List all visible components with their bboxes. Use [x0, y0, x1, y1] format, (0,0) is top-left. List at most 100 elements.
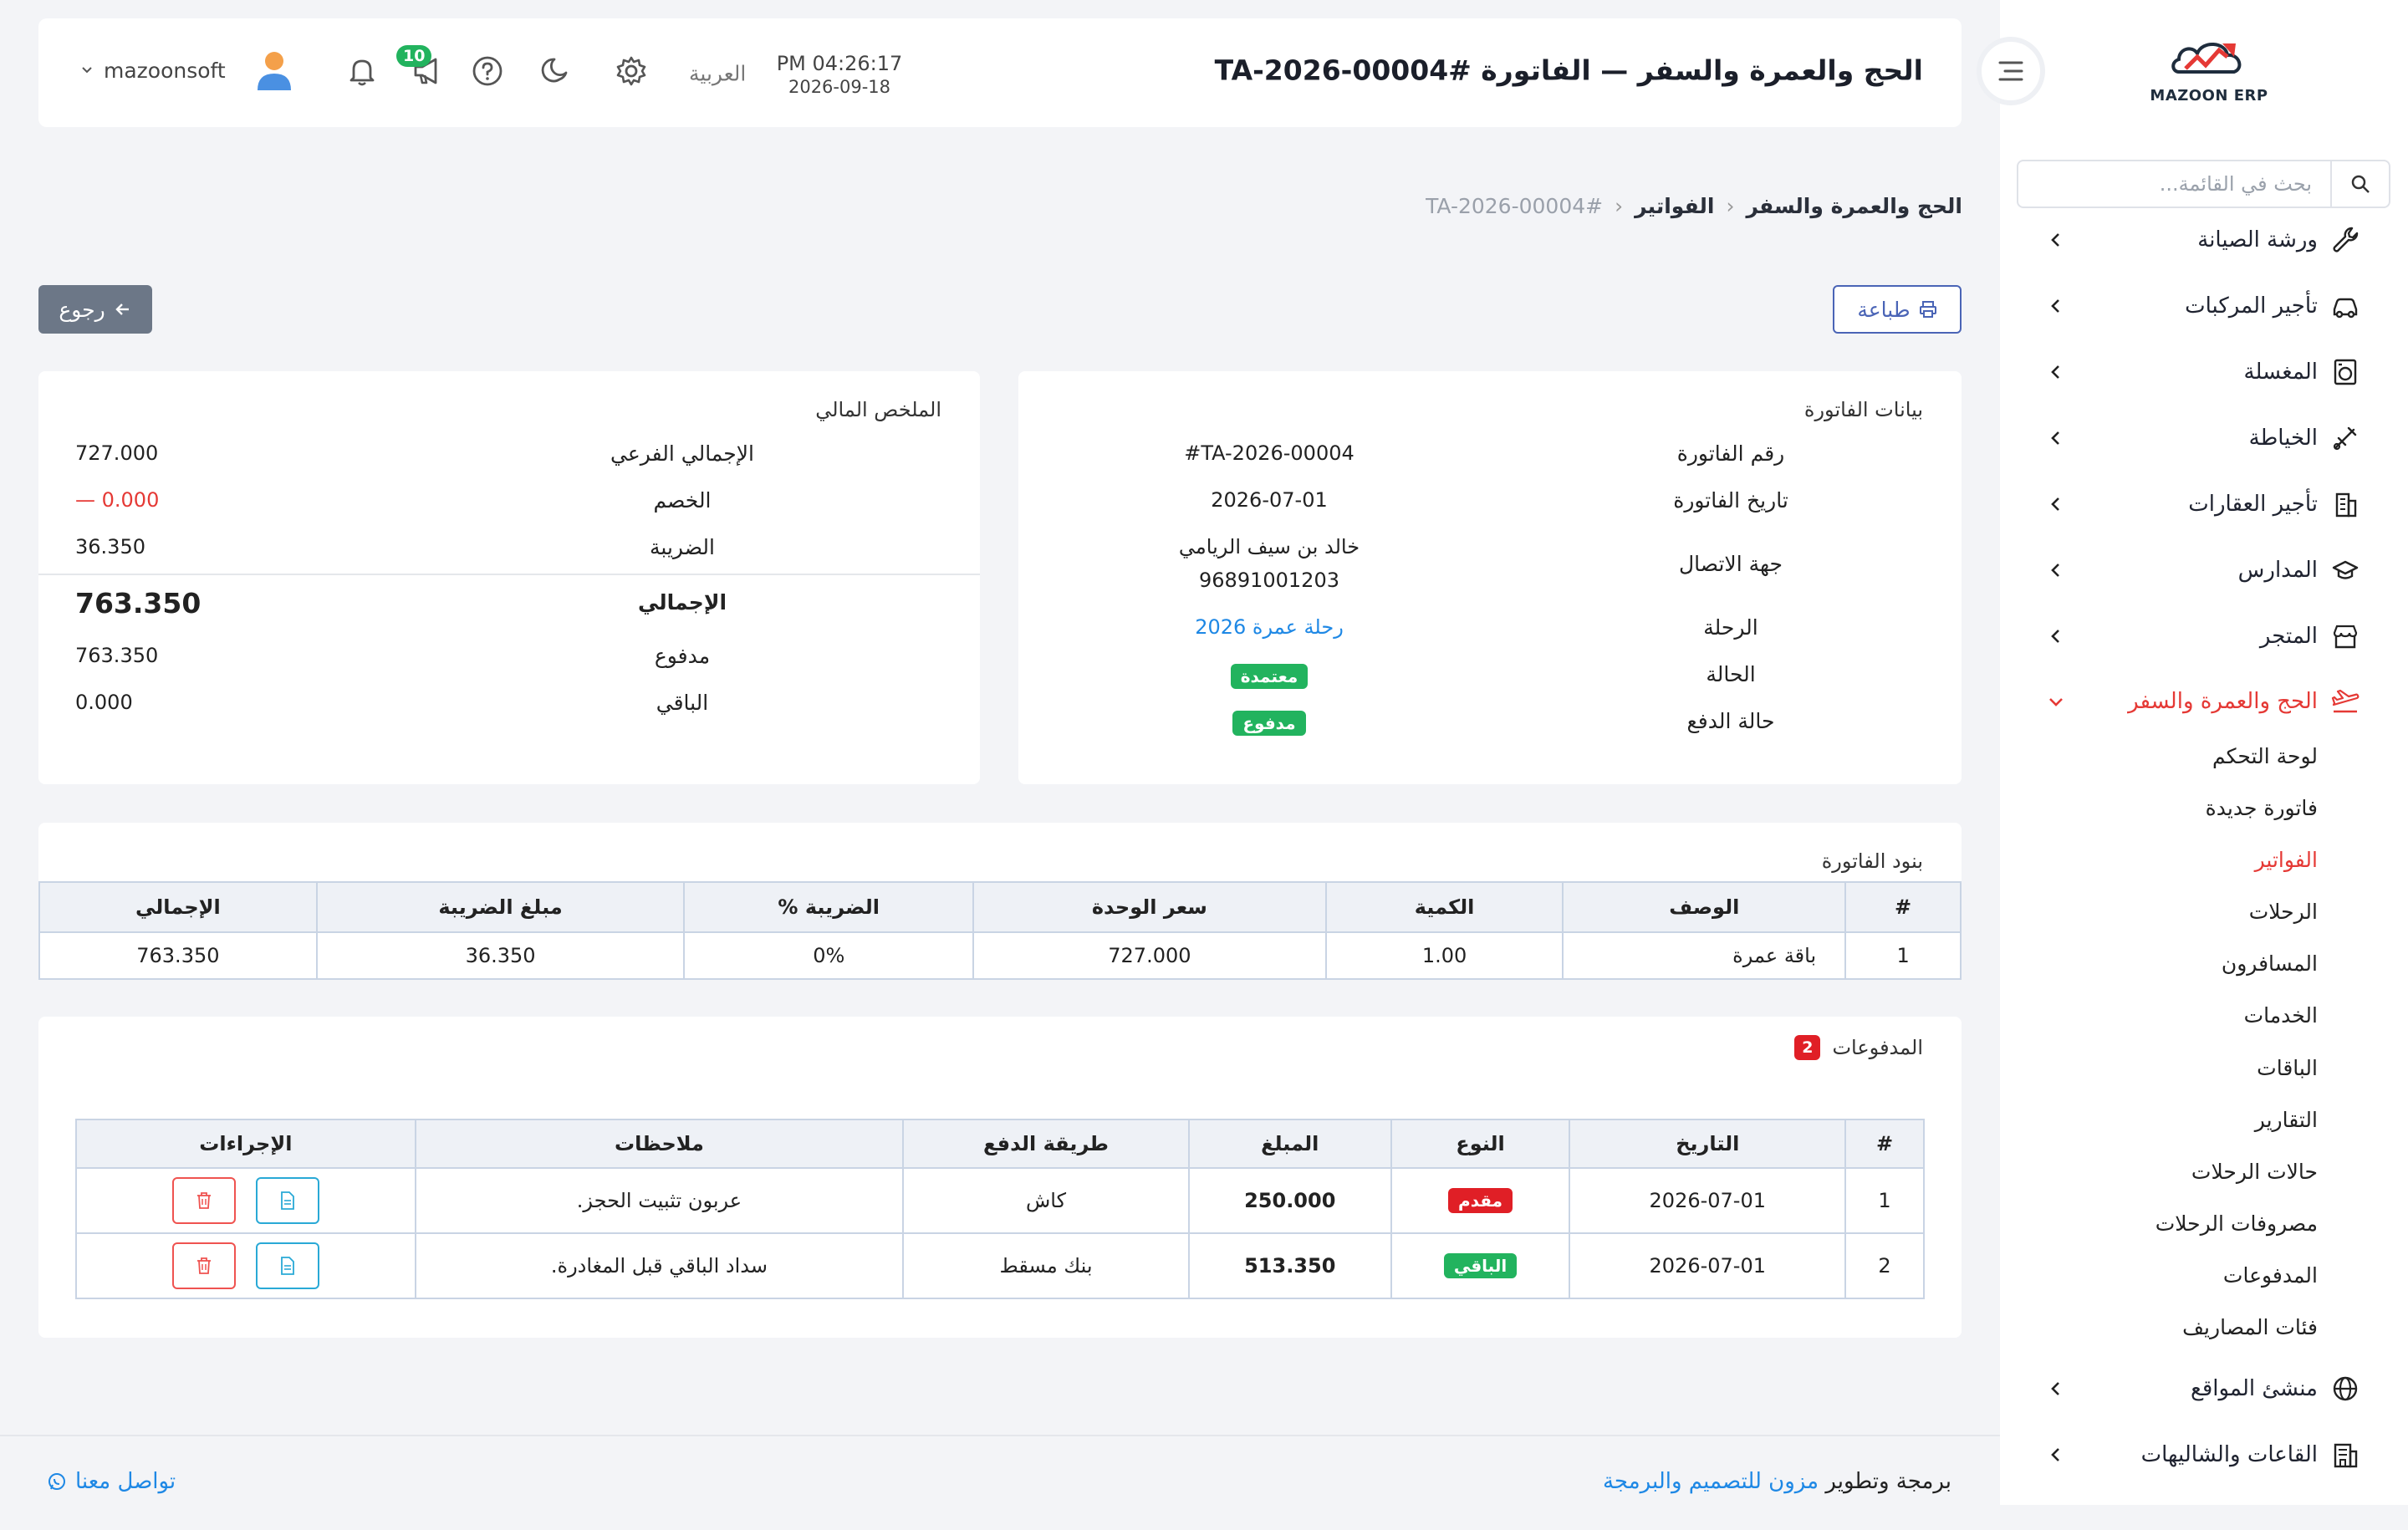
- sidebar-item-store[interactable]: المتجر: [2000, 611, 2408, 661]
- clock-date: 2026-09-18: [788, 77, 891, 97]
- view-receipt-button[interactable]: [255, 1242, 319, 1289]
- user-menu[interactable]: mazoonsoft: [80, 48, 294, 92]
- sidebar-item-tailoring[interactable]: الخياطة: [2000, 413, 2408, 463]
- item-tax-amount: 36.350: [315, 931, 686, 980]
- payment-index: 2: [1844, 1232, 1925, 1299]
- col-header: الكمية: [1324, 881, 1564, 933]
- payment-type-badge: مقدم: [1448, 1188, 1513, 1213]
- payment-type-badge: الباقي: [1443, 1253, 1518, 1278]
- settings-button[interactable]: [614, 54, 649, 89]
- payment-amount: 250.000: [1187, 1167, 1392, 1234]
- col-header: #: [1844, 881, 1962, 933]
- sidebar-subitem-travelers[interactable]: المسافرون: [2222, 951, 2318, 976]
- username: mazoonsoft: [104, 58, 226, 83]
- contact-phone-value: 96891001203: [1199, 569, 1339, 592]
- sidebar-search-input[interactable]: [2018, 161, 2330, 207]
- sidebar-item-laundry[interactable]: المغسلة: [2000, 347, 2408, 397]
- payments-table: # التاريخ النوع المبلغ طريقة الدفع ملاحظ…: [75, 1119, 1925, 1299]
- sidebar-item-label: تأجير المركبات: [2185, 293, 2318, 319]
- trip-link[interactable]: رحلة عمرة 2026: [1102, 615, 1436, 639]
- sidebar-subitem-payments[interactable]: المدفوعات: [2223, 1263, 2318, 1288]
- sidebar-toggle-button[interactable]: [1977, 37, 2045, 105]
- building-icon: [2335, 492, 2357, 518]
- col-header: المبلغ: [1187, 1119, 1392, 1169]
- breadcrumb: الحج والعمرة والسفر ‹ الفواتير ‹ TA-2026…: [1426, 194, 1962, 218]
- sidebar-subitem-expense-categories[interactable]: فئات المصاريف: [2182, 1315, 2318, 1339]
- summary-divider: [38, 574, 980, 575]
- sidebar-subitem-invoices[interactable]: الفواتير: [2255, 848, 2318, 872]
- sidebar-subitem-new-invoice[interactable]: فاتورة جديدة: [2206, 796, 2318, 820]
- announcements-button[interactable]: 10: [396, 45, 445, 89]
- col-header: الإجراءات: [75, 1119, 416, 1169]
- payment-method: بنك مسقط: [902, 1232, 1190, 1299]
- breadcrumb-invoices[interactable]: الفواتير: [1635, 194, 1714, 218]
- paid-value: 763.350: [75, 644, 159, 667]
- sidebar-item-real-estate[interactable]: تأجير العقارات: [2000, 479, 2408, 529]
- sidebar-item-halls[interactable]: القاعات والشاليهات: [2000, 1430, 2408, 1480]
- sidebar-item-label: تأجير العقارات: [2188, 492, 2318, 517]
- sidebar-subitem-trip-expenses[interactable]: مصروفات الرحلات: [2155, 1211, 2318, 1236]
- clock-time: PM 04:26:17: [776, 52, 903, 75]
- notifications-button[interactable]: [344, 54, 380, 89]
- table-row: 1 2026-07-01 مقدم 250.000 كاش عربون تثبي…: [75, 1167, 1925, 1234]
- breadcrumb-current: TA-2026-00004#: [1426, 194, 1604, 218]
- store-icon: [2333, 625, 2358, 649]
- footer-prefix: برمجة وتطوير: [1825, 1469, 1951, 1494]
- invoice-items-table: # الوصف الكمية سعر الوحدة الضريبة % مبلغ…: [38, 881, 1962, 980]
- payment-date: 2026-07-01: [1569, 1232, 1847, 1299]
- status-label: الحالة: [1706, 662, 1756, 686]
- chevron-left-icon: [2051, 365, 2059, 379]
- page-title: الحج والعمرة والسفر — الفاتورة #TA-2026-…: [1214, 54, 1923, 87]
- back-button[interactable]: رجوع: [38, 285, 152, 334]
- dark-mode-toggle[interactable]: [537, 54, 572, 89]
- hall-icon: [2334, 1443, 2358, 1468]
- delete-payment-button[interactable]: [172, 1177, 237, 1224]
- item-tax-percent: 0%: [683, 931, 975, 980]
- sidebar-subitem-dashboard[interactable]: لوحة التحكم: [2212, 744, 2318, 768]
- print-button-label: طباعة: [1857, 297, 1911, 322]
- payments-count-badge: 2: [1794, 1035, 1821, 1060]
- tax-label: الضريبة: [650, 535, 715, 559]
- payment-amount: 513.350: [1187, 1232, 1392, 1299]
- payment-date: 2026-07-01: [1569, 1167, 1847, 1234]
- financial-summary-title: الملخص المالي: [815, 398, 941, 421]
- sidebar: MAZOON ERP ورشة الصيانة تأجير المركبات ا…: [1977, 0, 2408, 1505]
- sidebar-item-car-rental[interactable]: تأجير المركبات: [2000, 281, 2408, 331]
- help-button[interactable]: [470, 54, 505, 89]
- sidebar-subitem-trip-statuses[interactable]: حالات الرحلات: [2191, 1160, 2318, 1184]
- sidebar-subitem-trips[interactable]: الرحلات: [2249, 900, 2318, 924]
- brand-logo[interactable]: MAZOON ERP: [2142, 32, 2276, 115]
- remaining-value: 0.000: [75, 691, 133, 714]
- contact-name-value: خالد بن سيف الريامي: [1178, 535, 1360, 558]
- sidebar-item-maintenance[interactable]: ورشة الصيانة: [2000, 215, 2408, 265]
- tax-value: 36.350: [75, 535, 145, 558]
- sidebar-subitem-services[interactable]: الخدمات: [2244, 1003, 2318, 1028]
- sidebar-item-schools[interactable]: المدارس: [2000, 545, 2408, 595]
- table-row: 2 2026-07-01 الباقي 513.350 بنك مسقط سدا…: [75, 1232, 1925, 1299]
- chevron-down-icon: [2049, 698, 2063, 706]
- sidebar-subitem-packages[interactable]: الباقات: [2257, 1056, 2318, 1080]
- breadcrumb-module[interactable]: الحج والعمرة والسفر: [1746, 194, 1962, 218]
- delete-payment-button[interactable]: [172, 1242, 237, 1289]
- view-receipt-button[interactable]: [255, 1177, 319, 1224]
- footer-company-link[interactable]: مزون للتصميم والبرمجة: [1603, 1469, 1819, 1494]
- sidebar-item-label: الخياطة: [2248, 426, 2318, 451]
- sidebar-item-site-builder[interactable]: منشئ المواقع: [2000, 1364, 2408, 1414]
- sidebar-item-hajj-travel[interactable]: الحج والعمرة والسفر: [2000, 676, 2408, 727]
- payment-note: سداد الباقي قبل المغادرة.: [414, 1232, 905, 1299]
- gear-icon: [616, 56, 646, 86]
- contact-us-link[interactable]: تواصل معنا: [47, 1469, 176, 1494]
- search-icon[interactable]: [2330, 161, 2389, 207]
- print-button[interactable]: طباعة: [1833, 285, 1962, 334]
- sidebar-subitem-reports[interactable]: التقارير: [2255, 1108, 2318, 1132]
- language-switch[interactable]: العربية: [689, 62, 746, 86]
- payment-method: كاش: [902, 1167, 1190, 1234]
- payments-header: المدفوعات 2: [1794, 1035, 1923, 1060]
- globe-icon: [2333, 1376, 2358, 1401]
- chevron-left-icon: [2051, 233, 2059, 247]
- payments-title: المدفوعات: [1832, 1036, 1923, 1059]
- sidebar-search: [2017, 160, 2390, 208]
- payment-status-badge: مدفوع: [1232, 711, 1306, 736]
- col-header: الوصف: [1562, 881, 1847, 933]
- invoice-items-title: بنود الفاتورة: [1821, 849, 1923, 873]
